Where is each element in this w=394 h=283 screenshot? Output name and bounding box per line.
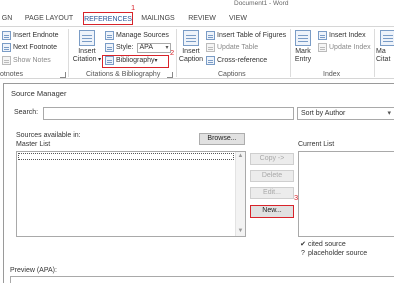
show-notes-icon (2, 56, 11, 65)
scroll-up-icon[interactable]: ▲ (236, 152, 245, 161)
group-separator (68, 29, 69, 77)
tab-mailings[interactable]: MAILINGS (140, 12, 176, 25)
cross-reference-label: Cross-reference (217, 57, 268, 64)
manage-sources-button[interactable]: Manage Sources (105, 30, 169, 41)
copy-button[interactable]: Copy -> (250, 153, 294, 165)
insert-index-label: Insert Index (329, 32, 366, 39)
next-footnote-button[interactable]: Next Footnote (2, 42, 57, 53)
cited-check-icon: ✔ (300, 241, 306, 248)
update-index-button[interactable]: Update Index (318, 42, 371, 53)
preview-area (10, 276, 394, 283)
update-table-button[interactable]: Update Table (206, 42, 258, 53)
next-footnote-icon (2, 43, 11, 52)
insert-table-of-figures-button[interactable]: Insert Table of Figures (206, 30, 286, 41)
group-separator (176, 29, 177, 77)
window-title: Document1 - Word (234, 0, 289, 7)
citation-style-control[interactable]: Style: APA (105, 42, 171, 53)
footnotes-group-label: otnotes (0, 71, 23, 78)
captions-group-label: Captions (218, 71, 246, 78)
dialog-title: Source Manager (11, 89, 67, 98)
insert-table-of-figures-label: Insert Table of Figures (217, 32, 287, 39)
insert-index-icon (318, 31, 327, 40)
bibliography-label: Bibliography (116, 57, 155, 64)
search-label: Search: (14, 109, 39, 116)
insert-citation-label-2: Citation (72, 56, 97, 63)
ribbon-tabs: GN PAGE LAYOUT REFERENCES MAILINGS REVIE… (0, 9, 394, 26)
mark-entry-button[interactable]: Mark Entry (291, 30, 315, 64)
insert-caption-label: Insert (182, 48, 200, 55)
update-index-icon (318, 43, 327, 52)
sources-available-label: Sources available in: (16, 132, 81, 139)
insert-citation-button[interactable]: Insert Citation ▾ (72, 30, 102, 64)
cited-source-label: cited source (308, 240, 346, 248)
mark-citation-label-2: Citat (376, 56, 391, 63)
endnote-icon (2, 31, 11, 40)
bibliography-button[interactable]: Bibliography ▾ (105, 55, 158, 66)
preview-label: Preview (APA): (10, 267, 57, 274)
edit-button[interactable]: Edit... (250, 187, 294, 199)
mark-citation-icon (380, 30, 394, 46)
insert-caption-button[interactable]: Insert Caption (178, 30, 204, 64)
placeholder-question-icon: ? (301, 250, 305, 257)
step-marker-2: 2 (170, 48, 175, 57)
new-button[interactable]: New... (250, 205, 294, 218)
mark-citation-label: Ma (376, 48, 386, 55)
legend-cited: ✔ cited source (298, 240, 346, 249)
mark-entry-icon (295, 30, 311, 46)
tab-review[interactable]: REVIEW (187, 12, 217, 25)
tab-view[interactable]: VIEW (226, 12, 250, 25)
scroll-down-icon[interactable]: ▼ (236, 227, 245, 236)
show-notes-label: Show Notes (13, 57, 51, 64)
master-list-label: Master List (16, 141, 51, 148)
next-footnote-label: Next Footnote (13, 44, 57, 51)
mark-entry-label: Mark (295, 48, 311, 55)
insert-citation-label: Insert (78, 48, 96, 55)
style-select[interactable]: APA (136, 42, 171, 53)
delete-button[interactable]: Delete (250, 170, 294, 182)
current-list-box[interactable] (298, 151, 394, 237)
insert-endnote-button[interactable]: Insert Endnote (2, 30, 59, 41)
update-table-label: Update Table (217, 44, 259, 51)
insert-index-button[interactable]: Insert Index (318, 30, 366, 41)
citations-dialog-launcher-icon[interactable] (167, 72, 173, 78)
footnotes-dialog-launcher-icon[interactable] (60, 72, 66, 78)
tab-design[interactable]: GN (0, 12, 14, 25)
bibliography-icon (105, 56, 114, 65)
tab-references[interactable]: REFERENCES (83, 12, 133, 25)
insert-caption-icon (183, 30, 199, 46)
manage-sources-icon (105, 31, 114, 40)
manage-sources-label: Manage Sources (116, 32, 169, 39)
sort-select[interactable]: Sort by Author (297, 107, 394, 120)
cross-reference-button[interactable]: Cross-reference (206, 55, 267, 66)
mark-citation-button[interactable]: Ma Citat (376, 30, 394, 64)
style-icon (105, 43, 114, 52)
insert-citation-icon (79, 30, 95, 46)
show-notes-button[interactable]: Show Notes (2, 55, 51, 66)
search-input[interactable] (43, 107, 294, 120)
insert-caption-label-2: Caption (178, 56, 204, 63)
mark-entry-label-2: Entry (294, 56, 312, 63)
title-bar: Document1 - Word (0, 0, 394, 9)
master-list-scrollbar[interactable]: ▲ ▼ (235, 152, 245, 236)
insert-endnote-label: Insert Endnote (13, 32, 59, 39)
table-of-figures-icon (206, 31, 215, 40)
update-table-icon (206, 43, 215, 52)
browse-button[interactable]: Browse... (199, 133, 245, 145)
update-index-label: Update Index (329, 44, 371, 51)
ribbon-panel: Insert Endnote Next Footnote Show Notes … (0, 26, 394, 79)
legend-placeholder: ? placeholder source (298, 250, 367, 257)
current-list-label: Current List (298, 141, 335, 148)
style-label: Style: (116, 44, 134, 51)
step-marker-1: 1 (131, 3, 136, 12)
tab-page-layout[interactable]: PAGE LAYOUT (22, 12, 76, 25)
source-manager-dialog: Source Manager Search: Sort by Author So… (3, 83, 394, 283)
index-group-label: Index (323, 71, 341, 78)
placeholder-source-label: placeholder source (308, 250, 368, 257)
master-list-box[interactable]: ▲ ▼ (16, 151, 246, 237)
master-list-selection[interactable] (18, 153, 234, 160)
cross-reference-icon (206, 56, 215, 65)
citations-group-label: Citations & Bibliography (86, 71, 161, 78)
group-separator (374, 29, 375, 77)
